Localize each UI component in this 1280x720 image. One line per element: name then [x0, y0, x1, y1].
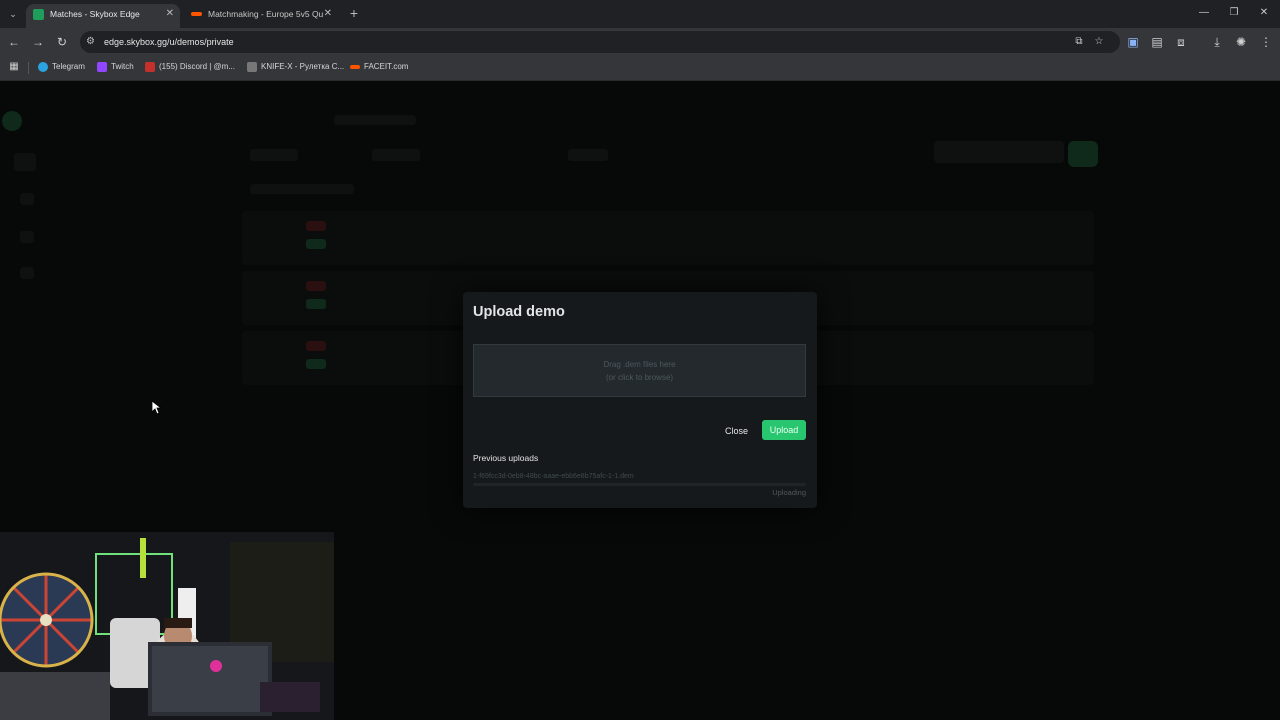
close-tab-icon[interactable]: ✕ [166, 4, 174, 24]
bookmark-star-icon[interactable]: ☆ [1092, 35, 1106, 49]
site-info-icon[interactable]: ⚙ [86, 35, 98, 49]
close-tab-icon[interactable]: ✕ [324, 4, 332, 24]
team-badge [306, 221, 326, 231]
tab-title: Matches - Skybox Edge [50, 9, 140, 19]
upload-demo-modal: Upload demo Drag .dem files here (or cli… [463, 292, 817, 508]
divider [28, 62, 29, 74]
upload-status: Uploading [772, 488, 806, 497]
menu-kebab-icon[interactable]: ⋮ [1258, 33, 1274, 51]
mouse-cursor-icon [152, 401, 162, 415]
modal-title: Upload demo [473, 304, 565, 320]
browser-toolbar: ← → ↻ ⚙ edge.skybox.gg/u/demos/private ⧉… [0, 28, 1280, 56]
apps-grid-icon[interactable]: ▦ [6, 58, 22, 76]
extension-s-icon[interactable]: ▣ [1125, 33, 1141, 51]
tab-title: Matchmaking - Europe 5v5 Qu [208, 9, 324, 19]
bookmark-twitch[interactable]: Twitch [97, 56, 134, 78]
new-tab-button[interactable]: + [346, 4, 362, 22]
team-badge [306, 299, 326, 309]
action-button [934, 141, 1064, 163]
section-heading [250, 184, 354, 194]
knife-x-icon [247, 62, 257, 72]
bookmark-knife-x[interactable]: KNIFE-X - Рулетка С... [247, 56, 344, 78]
webcam-overlay [0, 532, 334, 720]
dropzone-subhint: (or click to browse) [605, 373, 674, 382]
filter-control [372, 149, 420, 161]
url-text[interactable]: edge.skybox.gg/u/demos/private [104, 31, 234, 53]
tab-faceit[interactable]: Matchmaking - Europe 5v5 Qu ✕ [184, 4, 338, 28]
tab-skybox[interactable]: Matches - Skybox Edge ✕ [26, 4, 180, 28]
team-badge [306, 239, 326, 249]
profile-icon[interactable]: ✺ [1233, 33, 1249, 51]
bookmark-faceit[interactable]: FACEIT.com [350, 56, 408, 78]
team-badge [306, 341, 326, 351]
skybox-icon [33, 9, 44, 20]
match-card [242, 211, 1094, 265]
telegram-icon [38, 62, 48, 72]
app-logo [2, 111, 22, 131]
reload-icon[interactable]: ↻ [54, 33, 70, 51]
address-bar[interactable]: ⚙ edge.skybox.gg/u/demos/private ⧉ ☆ [80, 31, 1120, 53]
action-button [1068, 141, 1098, 167]
bookmark-telegram[interactable]: Telegram [38, 56, 85, 78]
back-icon[interactable]: ← [6, 33, 22, 51]
restore-icon[interactable]: ❐ [1224, 4, 1244, 22]
close-button[interactable]: Close [725, 420, 748, 442]
bookmarks-bar: ▦ Telegram Twitch (155) Discord | @m... … [0, 56, 1280, 81]
forward-icon[interactable]: → [30, 33, 46, 51]
sidebar-item [20, 231, 34, 243]
filter-control [250, 149, 298, 161]
faceit-icon [350, 65, 360, 69]
twitch-icon [97, 62, 107, 72]
discord-icon [145, 62, 155, 72]
webcam-image [0, 532, 334, 720]
file-dropzone[interactable]: Drag .dem files here (or click to browse… [473, 344, 806, 397]
extensions-puzzle-icon[interactable]: ⧈ [1173, 33, 1189, 51]
tab-search-dropdown-icon[interactable]: ⌄ [4, 5, 22, 23]
window-close-icon[interactable]: ✕ [1254, 4, 1274, 22]
browser-tab-bar: ⌄ Matches - Skybox Edge ✕ Matchmaking - … [0, 0, 1280, 28]
upload-progress-bar [473, 483, 806, 486]
minimize-icon[interactable]: — [1194, 4, 1214, 22]
extension-icon[interactable]: ▤ [1149, 33, 1165, 51]
filter-control [568, 149, 608, 161]
bookmark-discord[interactable]: (155) Discord | @m... [145, 56, 235, 78]
team-badge [306, 359, 326, 369]
sidebar-item [20, 267, 34, 279]
sidebar-item [20, 193, 34, 205]
download-icon[interactable]: ⤓ [1209, 33, 1225, 51]
upload-button[interactable]: Upload [762, 420, 806, 440]
faceit-icon [191, 12, 202, 16]
previous-uploads-heading: Previous uploads [473, 453, 539, 463]
translate-icon[interactable]: ⧉ [1072, 35, 1086, 49]
sidebar-item [14, 153, 36, 171]
upload-file-name: 1-f69fcc3d-0eb8-48bc-aaae-ebb6e8b75afc-1… [473, 473, 634, 480]
dropzone-hint: Drag .dem files here [603, 360, 676, 369]
team-badge [306, 281, 326, 291]
page-tab [334, 115, 416, 125]
